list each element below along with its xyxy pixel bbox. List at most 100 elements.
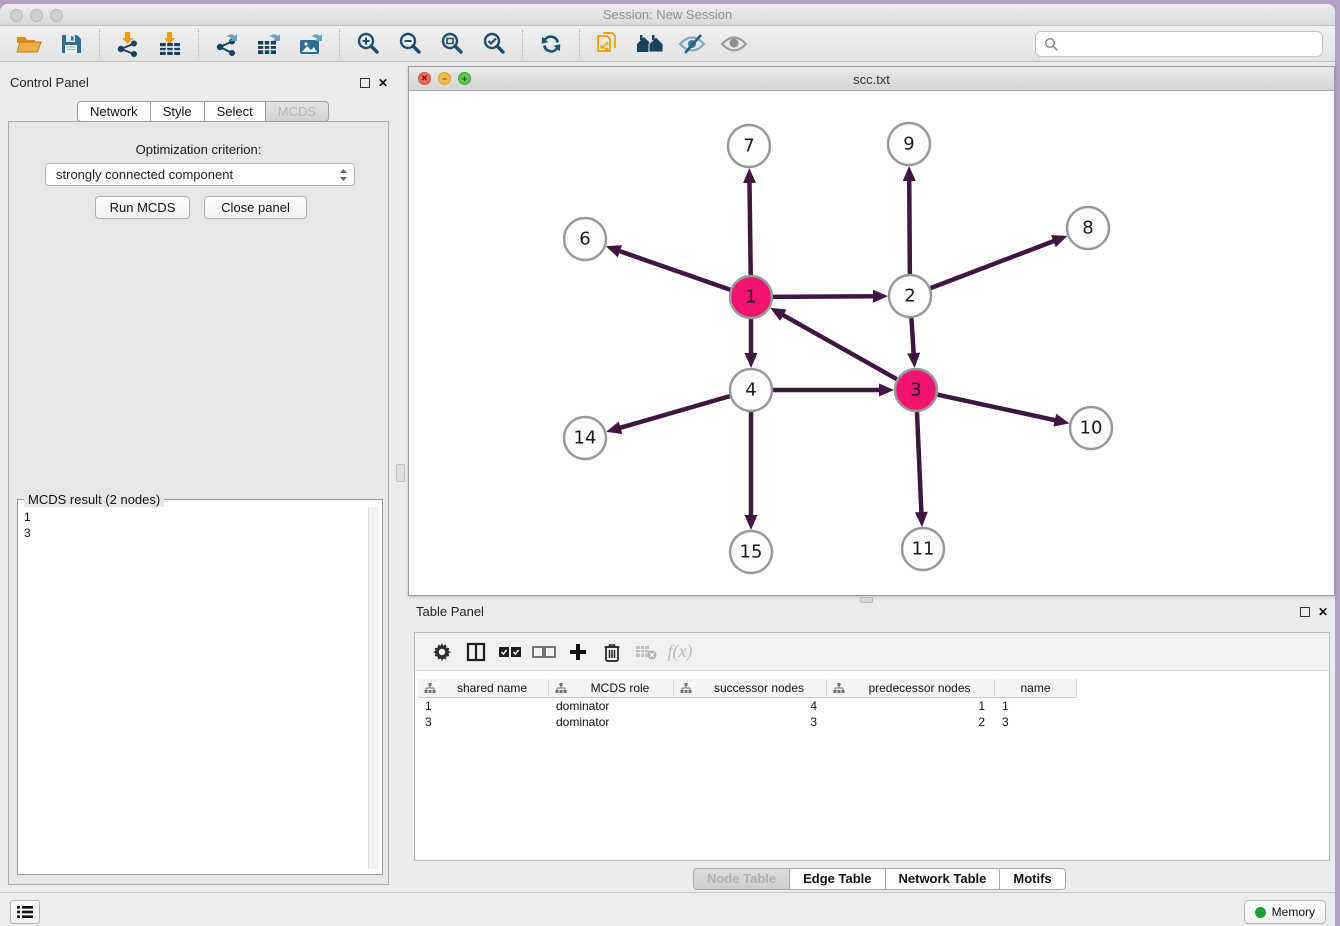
criterion-value: strongly connected component xyxy=(56,167,339,182)
refresh-layout-icon[interactable] xyxy=(536,29,566,59)
tab-style[interactable]: Style xyxy=(150,101,204,122)
column-header-successor-nodes[interactable]: successor nodes xyxy=(674,679,827,698)
table-row[interactable]: 1dominator411 xyxy=(418,698,1077,714)
graph-edge-3-10[interactable] xyxy=(937,395,1058,421)
cell-shared-name: 3 xyxy=(418,714,549,730)
close-panel-button[interactable]: Close panel xyxy=(204,196,307,219)
graph-edge-1-7[interactable] xyxy=(749,179,750,275)
graph-edge-3-11[interactable] xyxy=(917,412,922,516)
control-panel-title: Control Panel xyxy=(10,75,89,90)
graph-node-7[interactable]: 7 xyxy=(728,125,770,167)
table-settings-gear-icon[interactable] xyxy=(425,637,459,667)
open-session-icon[interactable] xyxy=(14,29,44,59)
cell-mcds-role: dominator xyxy=(549,714,674,730)
zoom-out-icon[interactable] xyxy=(395,29,425,59)
column-header-name[interactable]: name xyxy=(995,679,1077,698)
home-layout-icon[interactable] xyxy=(635,29,665,59)
status-bar: Memory xyxy=(0,892,1335,926)
search-icon xyxy=(1044,37,1059,52)
network-overview-icon[interactable] xyxy=(593,29,623,59)
control-panel-float-icon[interactable] xyxy=(360,78,370,88)
table-panel-float-icon[interactable] xyxy=(1300,607,1310,617)
table-tabs: Node TableEdge TableNetwork TableMotifs xyxy=(693,868,1066,890)
show-graphics-details-icon[interactable] xyxy=(719,29,749,59)
control-panel-close-icon[interactable]: ✕ xyxy=(377,77,389,89)
tab-node-table[interactable]: Node Table xyxy=(693,868,789,890)
tab-motifs[interactable]: Motifs xyxy=(999,868,1065,890)
edge-arrowhead xyxy=(879,384,894,397)
cell-predecessor-nodes: 2 xyxy=(827,714,995,730)
zoom-in-icon[interactable] xyxy=(353,29,383,59)
graph-node-15[interactable]: 15 xyxy=(730,531,772,573)
zoom-selected-icon[interactable] xyxy=(479,29,509,59)
graph-edge-2-9[interactable] xyxy=(909,177,910,274)
svg-text:3: 3 xyxy=(910,380,921,401)
graph-node-6[interactable]: 6 xyxy=(564,218,606,260)
memory-button[interactable]: Memory xyxy=(1244,900,1326,924)
create-column-plus-icon[interactable] xyxy=(561,637,595,667)
graph-edge-1-2[interactable] xyxy=(773,296,877,297)
mcds-result-group: MCDS result (2 nodes) 1 3 xyxy=(17,499,383,875)
tab-mcds[interactable]: MCDS xyxy=(265,101,329,122)
graph-node-2[interactable]: 2 xyxy=(889,275,931,317)
import-network-icon[interactable] xyxy=(113,29,143,59)
tab-select[interactable]: Select xyxy=(204,101,265,122)
column-header-shared-name[interactable]: shared name xyxy=(418,679,549,698)
run-mcds-button[interactable]: Run MCDS xyxy=(95,196,190,219)
edge-arrowhead xyxy=(1051,235,1067,247)
horizontal-splitter-handle[interactable] xyxy=(860,597,873,603)
show-columns-icon[interactable] xyxy=(459,637,493,667)
select-all-columns-icon[interactable] xyxy=(493,637,527,667)
graph-node-4[interactable]: 4 xyxy=(730,369,772,411)
graph-node-9[interactable]: 9 xyxy=(888,123,930,165)
import-table-icon[interactable] xyxy=(155,29,185,59)
network-window-title: scc.txt xyxy=(409,72,1334,87)
memory-status-icon xyxy=(1255,907,1266,918)
criterion-select[interactable]: strongly connected component xyxy=(45,163,355,186)
table-toolbar: f(x) xyxy=(415,633,1329,671)
search-input[interactable] xyxy=(1059,37,1322,52)
svg-text:11: 11 xyxy=(912,539,935,560)
graph-edge-2-8[interactable] xyxy=(931,240,1058,288)
cell-name: 1 xyxy=(995,698,1077,714)
export-table-icon[interactable] xyxy=(254,29,284,59)
graph-node-14[interactable]: 14 xyxy=(564,417,606,459)
table-panel-close-icon[interactable]: ✕ xyxy=(1317,606,1329,618)
graph-node-3[interactable]: 3 xyxy=(895,369,937,411)
graph-node-10[interactable]: 10 xyxy=(1070,407,1112,449)
tab-network[interactable]: Network xyxy=(77,101,150,122)
column-header-predecessor-nodes[interactable]: predecessor nodes xyxy=(827,679,995,698)
zoom-fit-icon[interactable] xyxy=(437,29,467,59)
export-network-icon[interactable] xyxy=(212,29,242,59)
network-window-titlebar[interactable]: ✕ − + scc.txt xyxy=(409,67,1334,91)
svg-text:7: 7 xyxy=(743,136,754,157)
svg-text:1: 1 xyxy=(745,287,756,308)
hide-graphics-details-icon[interactable] xyxy=(677,29,707,59)
tab-network-table[interactable]: Network Table xyxy=(885,868,1000,890)
graph-node-1[interactable]: 1 xyxy=(730,276,772,318)
table-row[interactable]: 3dominator323 xyxy=(418,714,1077,730)
graph-node-8[interactable]: 8 xyxy=(1067,207,1109,249)
search-field[interactable] xyxy=(1035,31,1323,57)
task-history-button[interactable] xyxy=(10,900,40,924)
column-header-mcds-role[interactable]: MCDS role xyxy=(549,679,674,698)
export-image-icon[interactable] xyxy=(296,29,326,59)
delete-column-trash-icon[interactable] xyxy=(595,637,629,667)
vertical-splitter-handle[interactable] xyxy=(396,464,405,482)
graph-edge-4-14[interactable] xyxy=(617,396,730,429)
graph-edge-1-6[interactable] xyxy=(616,250,730,290)
graph-edge-2-3[interactable] xyxy=(911,318,913,357)
table-header-row: shared nameMCDS rolesuccessor nodesprede… xyxy=(418,679,1077,698)
result-scrollbar[interactable] xyxy=(368,507,379,869)
graph-node-11[interactable]: 11 xyxy=(902,528,944,570)
mcds-result-title: MCDS result (2 nodes) xyxy=(24,492,164,507)
deselect-all-columns-icon[interactable] xyxy=(527,637,561,667)
save-session-icon[interactable] xyxy=(56,29,86,59)
tab-edge-table[interactable]: Edge Table xyxy=(789,868,884,890)
graph-edge-3-1[interactable] xyxy=(780,313,897,379)
svg-text:2: 2 xyxy=(904,286,915,307)
edge-arrowhead xyxy=(915,512,928,527)
svg-text:10: 10 xyxy=(1080,418,1103,439)
network-graph[interactable]: 1 2 3 4 6 7 8 9 10 11 14 15 xyxy=(409,91,1334,595)
edge-arrowhead xyxy=(903,166,916,181)
